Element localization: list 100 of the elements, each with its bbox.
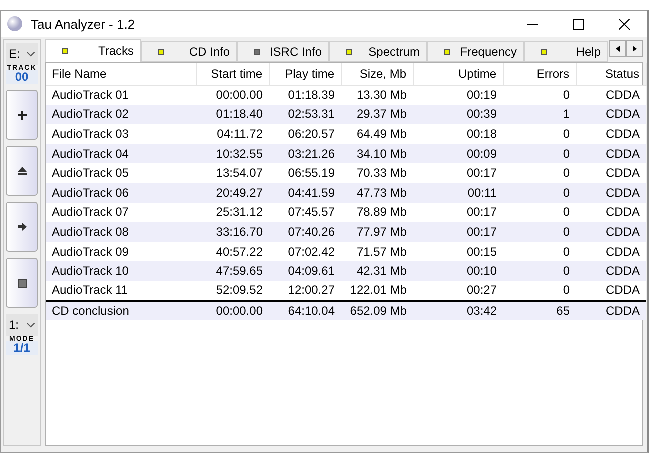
table-cell: 03:21.26	[269, 144, 341, 164]
table-cell: CDDA	[576, 124, 646, 144]
table-cell: 0	[503, 124, 576, 144]
table-cell: AudioTrack 10	[46, 261, 196, 281]
app-icon	[7, 16, 23, 32]
table-cell: 77.97 Mb	[341, 222, 413, 242]
column-header[interactable]: Size, Mb	[341, 63, 413, 85]
table-cell: 00:17	[413, 163, 503, 183]
tab[interactable]: CD Info	[141, 41, 237, 62]
table-cell: 20:49.27	[196, 182, 269, 203]
tab[interactable]: ISRC Info	[237, 41, 329, 62]
triangle-left-icon	[616, 46, 620, 52]
table-cell: 0	[503, 242, 576, 262]
table-cell: 1	[503, 104, 576, 124]
table-cell: 07:02.42	[269, 242, 341, 262]
stop-button[interactable]	[6, 258, 38, 308]
triangle-right-icon	[632, 46, 636, 52]
mode-value: 1/1	[6, 341, 38, 355]
table-cell: CDDA	[576, 85, 646, 105]
table-cell: CDDA	[576, 144, 646, 164]
column-header[interactable]: Errors	[503, 63, 576, 85]
summary-cell: 65	[503, 300, 576, 320]
table-cell: 07:45.57	[269, 202, 341, 222]
tab[interactable]: Tracks	[45, 39, 141, 62]
summary-cell: CD conclusion	[46, 300, 196, 320]
table-cell: 02:53.31	[269, 104, 341, 124]
table-cell: 33:16.70	[196, 222, 269, 242]
column-header[interactable]: Status	[576, 63, 646, 85]
table-cell: 122.01 Mb	[341, 280, 413, 301]
table-cell: 00:39	[413, 104, 503, 124]
drive-select[interactable]: E:	[6, 43, 38, 65]
table-cell: 0	[503, 85, 576, 105]
scroll-right-button[interactable]	[626, 40, 643, 57]
table-cell: AudioTrack 08	[46, 222, 196, 242]
table-cell: 64.49 Mb	[341, 124, 413, 144]
table-cell: CDDA	[576, 242, 646, 262]
plus-icon	[18, 110, 26, 120]
table-cell: CDDA	[576, 202, 646, 222]
table-cell: 42.31 Mb	[341, 261, 413, 281]
table-cell: 00:10	[413, 261, 503, 281]
column-header[interactable]: Start time	[196, 63, 269, 85]
table-cell: AudioTrack 09	[46, 242, 196, 262]
table-cell: AudioTrack 04	[46, 144, 196, 164]
table-cell: CDDA	[576, 104, 646, 124]
table-cell: 47:59.65	[196, 261, 269, 281]
close-icon	[618, 18, 630, 30]
table-cell: 13:54.07	[196, 163, 269, 183]
window-title: Tau Analyzer - 1.2	[31, 16, 136, 32]
summary-cell: 652.09 Mb	[341, 300, 413, 320]
table-cell: 01:18.40	[196, 104, 269, 124]
column-header[interactable]: Uptime	[413, 63, 503, 85]
eject-button[interactable]	[6, 146, 38, 196]
table-cell: CDDA	[576, 222, 646, 242]
table-cell: AudioTrack 11	[46, 280, 196, 301]
table-cell: 00:00.00	[196, 85, 269, 105]
mode-select[interactable]: 1:	[6, 314, 38, 336]
table-cell: 04:11.72	[196, 124, 269, 144]
table-cell: 47.73 Mb	[341, 182, 413, 203]
tab[interactable]: Spectrum	[329, 41, 427, 62]
eject-icon	[18, 167, 26, 175]
table-cell: 13.30 Mb	[341, 85, 413, 105]
table-cell: 04:09.61	[269, 261, 341, 281]
table-cell: 00:11	[413, 182, 503, 203]
table-cell: 00:27	[413, 280, 503, 301]
scroll-left-button[interactable]	[609, 40, 626, 57]
table-cell: AudioTrack 06	[46, 182, 196, 203]
table-cell: 00:17	[413, 222, 503, 242]
table-cell: CDDA	[576, 163, 646, 183]
maximize-icon	[572, 18, 584, 30]
chevron-down-icon	[27, 322, 35, 328]
table-cell: 00:17	[413, 202, 503, 222]
table-cell: CDDA	[576, 280, 646, 301]
table-cell: 0	[503, 280, 576, 301]
arrow-right-icon	[18, 223, 26, 231]
table-cell: 00:19	[413, 85, 503, 105]
table-cell: CDDA	[576, 182, 646, 203]
tab[interactable]: Help	[524, 41, 608, 62]
table-cell: 00:18	[413, 124, 503, 144]
track-number: 00	[6, 70, 38, 84]
stop-icon	[18, 278, 26, 288]
table-cell: 0	[503, 163, 576, 183]
table-cell: 07:40.26	[269, 222, 341, 242]
table-cell: 01:18.39	[269, 85, 341, 105]
table-cell: AudioTrack 01	[46, 85, 196, 105]
table-cell: AudioTrack 02	[46, 104, 196, 124]
table-cell: 0	[503, 222, 576, 242]
table-cell: 0	[503, 182, 576, 203]
chevron-down-icon	[27, 52, 35, 56]
table-cell: 25:31.12	[196, 202, 269, 222]
tab[interactable]: Frequency	[427, 41, 524, 62]
column-header[interactable]: File Name	[46, 63, 196, 85]
table-cell: 06:55.19	[269, 163, 341, 183]
table-cell: 0	[503, 202, 576, 222]
table-cell: 78.89 Mb	[341, 202, 413, 222]
summary-cell: 00:00.00	[196, 300, 269, 320]
table-cell: 40:57.22	[196, 242, 269, 262]
table-cell: CDDA	[576, 261, 646, 281]
table-cell: AudioTrack 03	[46, 124, 196, 144]
table-cell: 00:09	[413, 144, 503, 164]
column-header[interactable]: Play time	[269, 63, 341, 85]
